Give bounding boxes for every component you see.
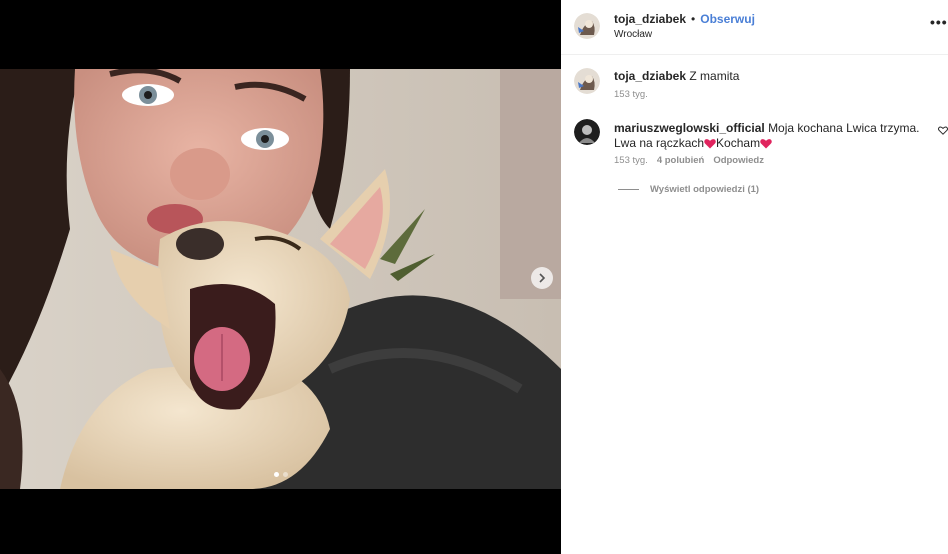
photo-illustration <box>0 69 561 489</box>
comment-message-part2: Kocham <box>716 136 761 150</box>
carousel-indicator <box>0 472 561 477</box>
view-replies-button[interactable]: Wyświetl odpowiedzi (1) <box>618 184 759 195</box>
avatar-image <box>574 13 600 39</box>
header-name-row: toja_dziabek • Obserwuj <box>614 12 755 26</box>
avatar-image <box>574 68 600 94</box>
comment-author[interactable]: mariuszweglowski_official <box>614 121 765 135</box>
avatar-image <box>574 119 600 145</box>
like-heart-icon[interactable] <box>938 126 948 135</box>
post-header: toja_dziabek • Obserwuj Wrocław ••• <box>561 0 948 55</box>
replies-divider <box>618 189 639 190</box>
commenter-avatar[interactable] <box>574 119 600 145</box>
header-separator: • <box>691 12 696 26</box>
author-avatar[interactable] <box>574 13 600 39</box>
caption-author-avatar[interactable] <box>574 68 600 94</box>
next-arrow-icon <box>539 273 546 283</box>
author-username[interactable]: toja_dziabek <box>614 12 686 26</box>
comment-timestamp[interactable]: 153 tyg. <box>614 155 648 166</box>
carousel-next-button[interactable] <box>531 267 553 289</box>
more-options-icon[interactable]: ••• <box>930 14 948 30</box>
caption-timestamp[interactable]: 153 tyg. <box>614 89 648 100</box>
carousel-dot <box>282 472 288 477</box>
caption-message: Z mamita <box>689 69 740 83</box>
post-side-pane: toja_dziabek • Obserwuj Wrocław ••• toja… <box>561 0 948 554</box>
carousel-dot-active <box>273 472 279 477</box>
comment-meta: 153 tyg. 4 polubień Odpowiedz <box>614 155 764 166</box>
red-heart-emoji <box>760 139 772 149</box>
comment-likes[interactable]: 4 polubień <box>657 155 705 166</box>
comment-text: mariuszweglowski_official Moja kochana L… <box>614 121 929 151</box>
media-pane <box>0 0 561 554</box>
view-replies-label: Wyświetl odpowiedzi (1) <box>650 184 760 195</box>
caption-text-row: toja_dziabek Z mamita <box>614 69 739 83</box>
follow-button[interactable]: Obserwuj <box>700 12 755 26</box>
post-location[interactable]: Wrocław <box>614 29 652 40</box>
reply-button[interactable]: Odpowiedz <box>713 155 764 166</box>
red-heart-emoji <box>704 139 716 149</box>
post-photo[interactable] <box>0 69 561 489</box>
caption-author[interactable]: toja_dziabek <box>614 69 686 83</box>
